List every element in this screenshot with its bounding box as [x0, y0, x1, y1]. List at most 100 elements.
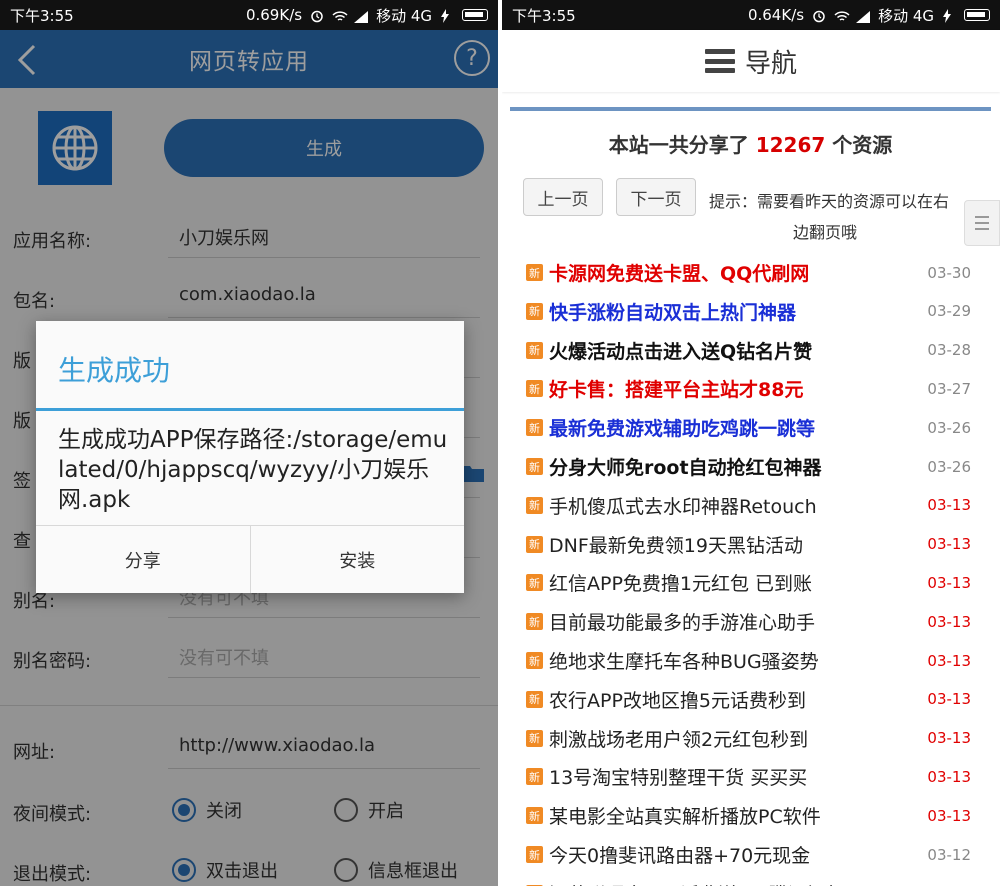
new-badge-icon: 新 — [526, 768, 543, 786]
left-screen: 下午3:55 0.69K/s 移动 4G 网页转应用 ? 生成 应用名称: 小刀… — [0, 0, 498, 886]
list-item-title[interactable]: 红信APP免费撸1元红包 已到账 — [549, 569, 919, 596]
new-badge-icon: 新 — [526, 535, 543, 553]
list-item-title[interactable]: 火爆活动点击进入送Q钻名片赞 — [549, 337, 919, 364]
list-item-date: 03-13 — [927, 612, 971, 631]
list-item-date: 03-13 — [927, 496, 971, 515]
list-item-date: 03-13 — [927, 690, 971, 709]
carrier: 移动 4G — [878, 6, 934, 25]
install-button[interactable]: 安装 — [249, 526, 465, 593]
next-page-button[interactable]: 下一页 — [616, 178, 696, 216]
list-item[interactable]: 新绝地求生摩托车各种BUG骚姿势 03-13 — [510, 641, 991, 680]
list-item-title[interactable]: 刺激战场老用户领2元红包秒到 — [549, 725, 919, 752]
list-item-title[interactable]: 目前最功能最多的手游准心助手 — [549, 608, 919, 635]
dialog-title: 生成成功 — [58, 354, 171, 387]
list-item-date: 03-29 — [927, 302, 971, 321]
list-item-title[interactable]: 分身大师免root自动抢红包神器 — [549, 453, 919, 480]
list-item-date: 03-26 — [927, 457, 971, 476]
list-item-title[interactable]: DNF最新免费领19天黑钻活动 — [549, 531, 919, 558]
wifi-icon — [332, 9, 348, 21]
alarm-icon — [812, 9, 826, 23]
list-item-title[interactable]: 绝地求生摩托车各种BUG骚姿势 — [549, 647, 919, 674]
charging-icon — [440, 9, 454, 23]
tip-line-1: 提示：需要看昨天的资源可以在右 — [709, 192, 950, 211]
list-item-title[interactable]: 某电影全站真实解析播放PC软件 — [549, 802, 919, 829]
list-item-date: 03-30 — [927, 263, 971, 282]
wifi-icon — [834, 9, 850, 21]
charging-icon — [942, 9, 956, 23]
list-item-date: 03-27 — [927, 379, 971, 398]
list-item[interactable]: 新火爆活动点击进入送Q钻名片赞 03-28 — [510, 331, 991, 370]
list-item[interactable]: 新最新免费游戏辅助吃鸡跳一跳等 03-26 — [510, 408, 991, 447]
list-item-date: 03-13 — [927, 767, 971, 786]
right-screen: 下午3:55 0.64K/s 移动 4G 导航 本站一共分享了 12267 个资… — [502, 0, 1000, 886]
scroll-handle[interactable] — [964, 200, 1000, 246]
list-item[interactable]: 新好卡售：搭建平台主站才88元 03-27 — [510, 369, 991, 408]
net-speed: 0.69K/s — [245, 6, 303, 24]
resource-summary: 本站一共分享了 12267 个资源 — [510, 129, 991, 158]
list-item-title[interactable]: 好卡售：搭建平台主站才88元 — [549, 375, 919, 402]
summary-prefix: 本站一共分享了 — [608, 133, 749, 157]
list-item[interactable]: 新刺激战场老用户领2元红包秒到 03-13 — [510, 719, 991, 758]
list-item[interactable]: 新分身大师免root自动抢红包神器 03-26 — [510, 447, 991, 486]
list-item-title[interactable]: 快手涨粉自动双击上热门神器 — [549, 298, 919, 325]
nav-title[interactable]: 导航 — [745, 43, 797, 80]
battery-icon — [964, 9, 990, 21]
list-item-title[interactable]: 最新免费游戏辅助吃鸡跳一跳等 — [549, 414, 919, 441]
new-badge-icon: 新 — [526, 807, 543, 825]
list-item-date: 03-26 — [927, 418, 971, 437]
battery-icon — [462, 9, 488, 21]
resource-count: 12267 — [755, 133, 826, 157]
list-item[interactable]: 新快手涨粉自动双击上热门神器 03-29 — [510, 292, 991, 331]
new-badge-icon: 新 — [526, 574, 543, 592]
net-speed: 0.64K/s — [747, 6, 805, 24]
list-item-date: 03-13 — [927, 651, 971, 670]
status-time: 下午3:55 — [512, 6, 576, 25]
status-time: 下午3:55 — [10, 6, 74, 25]
list-item-title[interactable]: 手机傻瓜式去水印神器Retouch — [549, 492, 919, 519]
dialog-divider — [36, 408, 464, 411]
tip-text: 提示：需要看昨天的资源可以在右 边翻页哦 — [709, 186, 981, 248]
share-button[interactable]: 分享 — [36, 526, 250, 593]
list-item[interactable]: 新某电影全站真实解析播放PC软件 03-13 — [510, 796, 991, 835]
status-bar: 下午3:55 0.69K/s 移动 4G — [0, 0, 498, 30]
new-badge-icon: 新 — [526, 264, 543, 281]
list-item[interactable]: 新农行APP改地区撸5元话费秒到 03-13 — [510, 680, 991, 719]
status-bar: 下午3:55 0.64K/s 移动 4G — [502, 0, 1000, 30]
list-item[interactable]: 新 DNF最新免费领19天黑钻活动 03-13 — [510, 525, 991, 564]
menu-icon[interactable] — [704, 49, 735, 73]
list-item[interactable]: 新江苏联通充100话费送6月腾讯视频VIP03-12 — [510, 874, 991, 886]
list-item[interactable]: 新卡源网免费送卡盟、QQ代刷网 03-30 — [510, 253, 991, 292]
tip-line-2: 边翻页哦 — [792, 223, 857, 242]
success-dialog: 生成成功 生成成功APP保存路径:/storage/emulated/0/hja… — [36, 321, 464, 593]
prev-page-button[interactable]: 上一页 — [523, 178, 603, 216]
list-item-title[interactable]: 农行APP改地区撸5元话费秒到 — [549, 686, 919, 713]
new-badge-icon: 新 — [526, 380, 543, 398]
new-badge-icon: 新 — [526, 458, 543, 475]
dialog-message: 生成成功APP保存路径:/storage/emulated/0/hjappscq… — [58, 427, 448, 513]
summary-suffix: 个资源 — [832, 133, 893, 157]
new-badge-icon: 新 — [526, 846, 543, 863]
list-item[interactable]: 新 13号淘宝特别整理干货 买买买 03-13 — [510, 757, 991, 796]
new-badge-icon: 新 — [526, 341, 543, 359]
new-badge-icon: 新 — [526, 652, 543, 669]
new-badge-icon: 新 — [526, 729, 543, 747]
new-badge-icon: 新 — [526, 302, 543, 320]
list-item-title[interactable]: 今天0撸斐讯路由器+70元现金 — [549, 841, 919, 868]
list-item-date: 03-13 — [927, 573, 971, 592]
new-badge-icon: 新 — [526, 496, 543, 514]
list-item-date: 03-13 — [927, 535, 971, 554]
dialog-buttons: 分享 安装 — [36, 525, 464, 593]
new-badge-icon: 新 — [526, 613, 543, 631]
signal-icon — [354, 9, 369, 23]
list-item[interactable]: 新今天0撸斐讯路由器+70元现金 03-12 — [510, 835, 991, 874]
list-item-date: 03-13 — [927, 729, 971, 748]
list-item[interactable]: 新手机傻瓜式去水印神器Retouch 03-13 — [510, 486, 991, 525]
list-item-date: 03-13 — [927, 806, 971, 825]
list-item[interactable]: 新目前最功能最多的手游准心助手 03-13 — [510, 602, 991, 641]
list-item-title[interactable]: 江苏联通充100话费送6月腾讯视频VIP — [549, 880, 919, 886]
list-item-title[interactable]: 卡源网免费送卡盟、QQ代刷网 — [549, 259, 919, 286]
list-item[interactable]: 新红信APP免费撸1元红包 已到账 03-13 — [510, 563, 991, 602]
list-item-title[interactable]: 13号淘宝特别整理干货 买买买 — [549, 763, 919, 790]
new-badge-icon: 新 — [526, 690, 543, 708]
list-item-date: 03-28 — [927, 341, 971, 360]
